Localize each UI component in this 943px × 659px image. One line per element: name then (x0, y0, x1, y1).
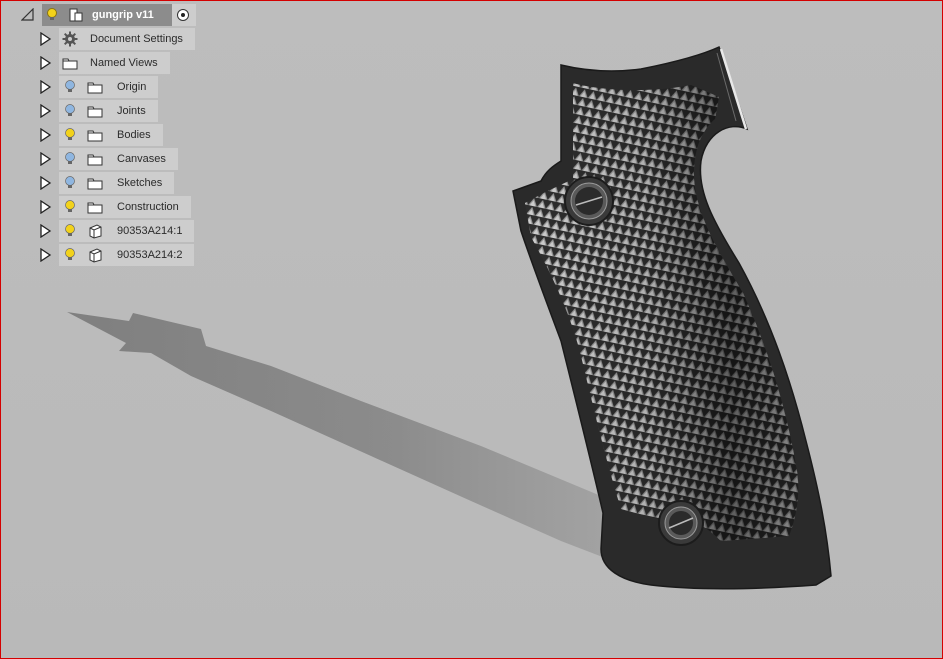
component-group-icon (68, 7, 84, 23)
lightbulb-icon[interactable] (62, 127, 78, 143)
browser-item-bodies[interactable]: Bodies (59, 124, 163, 146)
browser-item-label: 90353A214:2 (117, 249, 183, 261)
lower-screw[interactable] (658, 500, 704, 546)
browser-item-canvases[interactable]: Canvases (59, 148, 178, 170)
folder-icon (87, 151, 103, 167)
folder-icon (87, 127, 103, 143)
lightbulb-icon[interactable] (62, 151, 78, 167)
triangle-right-icon (40, 176, 52, 190)
root-component[interactable]: gungrip v11 (42, 4, 172, 26)
browser-item-document-settings[interactable]: Document Settings (59, 28, 195, 50)
expand-toggle-bodies[interactable] (38, 128, 52, 142)
expand-toggle-sketches[interactable] (38, 176, 52, 190)
lightbulb-icon[interactable] (44, 7, 60, 23)
expand-toggle-90353a214-1[interactable] (38, 224, 52, 238)
browser-item-label: Document Settings (90, 33, 183, 45)
component-icon (87, 247, 103, 263)
triangle-down-icon (21, 8, 34, 21)
lightbulb-icon[interactable] (62, 223, 78, 239)
folder-icon (62, 55, 78, 71)
expand-toggle-canvases[interactable] (38, 152, 52, 166)
browser-item-label: Origin (117, 81, 147, 93)
browser-item-label: Joints (117, 105, 146, 117)
folder-icon (87, 79, 103, 95)
browser-item-90353a214-1[interactable]: 90353A214:1 (59, 220, 195, 242)
folder-icon (87, 199, 103, 215)
triangle-right-icon (40, 128, 52, 142)
browser-item-sketches[interactable]: Sketches (59, 172, 175, 194)
lightbulb-icon[interactable] (62, 199, 78, 215)
browser-item-origin[interactable]: Origin (59, 76, 159, 98)
triangle-right-icon (40, 224, 52, 238)
folder-icon (87, 103, 103, 119)
lightbulb-icon[interactable] (62, 175, 78, 191)
expand-toggle-construction[interactable] (38, 200, 52, 214)
triangle-right-icon (40, 200, 52, 214)
expand-toggle-named-views[interactable] (38, 56, 52, 70)
browser-item-label: 90353A214:1 (117, 225, 183, 237)
browser-item-label: Named Views (90, 57, 158, 69)
active-radio-icon (177, 9, 189, 21)
triangle-right-icon (40, 80, 52, 94)
triangle-right-icon (40, 248, 52, 262)
gear-icon (62, 31, 78, 47)
canvas-viewport[interactable]: gungrip v11 Document Settings Named Views… (0, 0, 943, 659)
browser-item-label: Construction (117, 201, 179, 213)
browser-item-label: Sketches (117, 177, 163, 189)
browser-item-joints[interactable]: Joints (59, 100, 158, 122)
upper-screw[interactable] (564, 176, 614, 226)
triangle-right-icon (40, 56, 52, 70)
expand-toggle-joints[interactable] (38, 104, 52, 118)
activate-component-button[interactable] (172, 4, 196, 26)
browser-item-label: Bodies (117, 129, 151, 141)
browser-item-label: Canvases (117, 153, 166, 165)
browser-item-90353a214-2[interactable]: 90353A214:2 (59, 244, 195, 266)
expand-toggle-document-settings[interactable] (38, 32, 52, 46)
triangle-right-icon (40, 32, 52, 46)
root-label: gungrip v11 (92, 9, 154, 21)
browser-item-named-views[interactable]: Named Views (59, 52, 170, 74)
expand-toggle-origin[interactable] (38, 80, 52, 94)
lightbulb-icon[interactable] (62, 79, 78, 95)
component-icon (87, 223, 103, 239)
triangle-right-icon (40, 152, 52, 166)
model-shadow (67, 312, 613, 561)
browser-item-construction[interactable]: Construction (59, 196, 191, 218)
collapse-toggle[interactable] (21, 8, 35, 22)
lightbulb-icon[interactable] (62, 247, 78, 263)
folder-icon (87, 175, 103, 191)
triangle-right-icon (40, 104, 52, 118)
expand-toggle-90353a214-2[interactable] (38, 248, 52, 262)
lightbulb-icon[interactable] (62, 103, 78, 119)
